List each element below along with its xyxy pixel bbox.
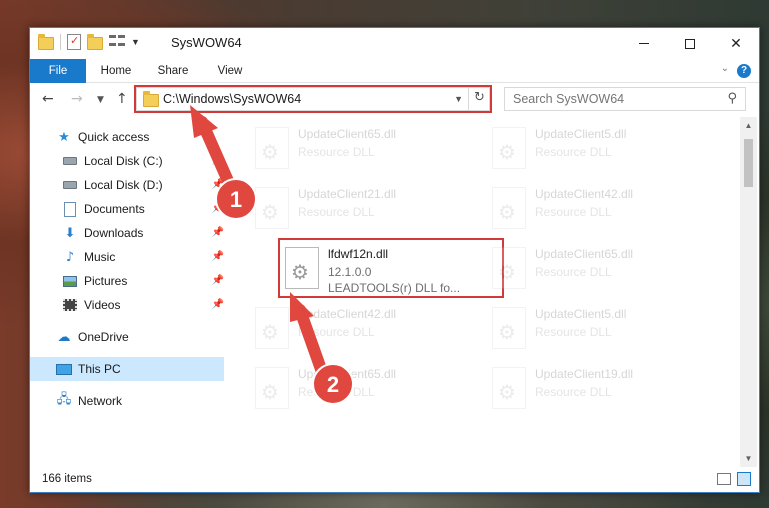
sidebar-item-this-pc[interactable]: This PC <box>30 357 224 381</box>
item-count: 166 items <box>42 473 92 485</box>
dll-file-icon <box>255 187 289 229</box>
sidebar-item-quick-access[interactable]: ★ Quick access <box>30 125 228 149</box>
dll-file-icon <box>255 127 289 169</box>
window-title: SysWOW64 <box>171 35 242 50</box>
music-icon: ♪ <box>65 249 75 265</box>
maximize-icon <box>685 38 695 49</box>
documents-icon <box>62 201 78 217</box>
pin-icon[interactable]: 📌 <box>212 275 224 286</box>
toolbar-separator <box>60 34 61 50</box>
file-highlight-box <box>278 238 504 298</box>
pin-icon[interactable]: 📌 <box>212 299 224 310</box>
minimize-icon <box>639 43 649 44</box>
dll-file-icon <box>492 307 526 349</box>
dll-file-icon <box>255 367 289 409</box>
pictures-icon <box>62 273 78 289</box>
file-tile[interactable]: UpdateClient42.dll Resource DLL <box>486 179 711 237</box>
pin-icon[interactable]: 📌 <box>212 155 224 166</box>
file-tile[interactable]: UpdateClient5.dll Resource DLL <box>486 299 711 357</box>
customize-view-icon[interactable] <box>109 35 125 49</box>
navigation-pane: ★ Quick access Local Disk (C:) 📌 Local D… <box>30 117 228 467</box>
sidebar-item-network[interactable]: 🖧 Network <box>30 389 228 413</box>
dll-file-icon <box>255 307 289 349</box>
dll-file-icon <box>492 367 526 409</box>
quick-access-toolbar: ▼ <box>38 33 140 50</box>
file-tile[interactable]: UpdateClient5.dll Resource DLL <box>486 119 711 177</box>
scroll-down-icon[interactable]: ▼ <box>740 450 757 467</box>
search-icon[interactable]: ⚲ <box>727 91 737 106</box>
expand-ribbon-icon[interactable]: ⌄ <box>721 63 729 74</box>
sidebar-item-documents[interactable]: Documents 📌 <box>30 197 228 221</box>
title-bar: ▼ SysWOW64 ✕ <box>30 28 759 59</box>
sidebar-item-music[interactable]: ♪ Music 📌 <box>30 245 228 269</box>
dll-file-icon <box>492 247 526 289</box>
file-list: UpdateClient65.dll Resource DLL UpdateCl… <box>249 117 740 467</box>
videos-icon <box>62 297 78 313</box>
tab-share[interactable]: Share <box>155 59 191 83</box>
scroll-thumb[interactable] <box>744 139 753 187</box>
address-highlight-box <box>134 85 492 113</box>
close-icon: ✕ <box>730 35 742 52</box>
tab-home[interactable]: Home <box>98 59 134 83</box>
drive-icon <box>62 153 78 169</box>
pin-icon[interactable]: 📌 <box>212 179 224 190</box>
properties-icon[interactable] <box>67 34 81 50</box>
large-icons-view-icon[interactable] <box>737 472 751 486</box>
back-button[interactable]: ← <box>42 91 54 107</box>
ribbon: File Home Share View ⌄ ? <box>30 59 759 83</box>
pin-icon[interactable]: 📌 <box>212 203 224 214</box>
network-icon: 🖧 <box>56 392 72 407</box>
window-controls: ✕ <box>621 28 759 59</box>
file-tile[interactable]: UpdateClient65.dll Resource DLL <box>486 239 711 297</box>
status-bar: 166 items <box>30 467 759 492</box>
tab-view[interactable]: View <box>215 59 245 83</box>
file-tile[interactable]: UpdateClient42.dll Resource DLL <box>249 299 474 357</box>
up-button[interactable]: ↑ <box>116 91 128 107</box>
minimize-button[interactable] <box>621 28 667 59</box>
sidebar-item-videos[interactable]: Videos 📌 <box>30 293 228 317</box>
forward-button[interactable]: → <box>71 91 83 107</box>
dll-file-icon <box>492 187 526 229</box>
qat-dropdown-icon[interactable]: ▼ <box>131 37 140 47</box>
pin-icon[interactable]: 📌 <box>212 251 224 262</box>
file-tile[interactable]: UpdateClient21.dll Resource DLL <box>249 179 474 237</box>
sidebar-item-downloads[interactable]: ⬇ Downloads 📌 <box>30 221 228 245</box>
new-folder-icon[interactable] <box>87 33 103 50</box>
help-icon[interactable]: ? <box>737 64 751 78</box>
close-button[interactable]: ✕ <box>713 28 759 59</box>
search-input[interactable] <box>513 89 713 109</box>
file-explorer-window: ▼ SysWOW64 ✕ File Home Share View ⌄ ? ← … <box>29 27 760 493</box>
file-tile[interactable]: UpdateClient65.dll Resource DLL <box>249 119 474 177</box>
tab-file[interactable]: File <box>30 59 86 83</box>
computer-icon <box>56 361 72 377</box>
vertical-scrollbar[interactable]: ▲ ▼ <box>740 117 757 467</box>
search-box[interactable]: ⚲ <box>504 87 746 111</box>
star-icon: ★ <box>58 129 70 145</box>
download-icon: ⬇ <box>64 225 76 241</box>
pin-icon[interactable]: 📌 <box>212 227 224 238</box>
scroll-up-icon[interactable]: ▲ <box>740 117 757 134</box>
maximize-button[interactable] <box>667 28 713 59</box>
file-tile[interactable]: UpdateClient65.dll Resource DLL <box>249 359 474 417</box>
details-view-icon[interactable] <box>717 473 731 485</box>
dll-file-icon <box>492 127 526 169</box>
sidebar-item-local-disk-d[interactable]: Local Disk (D:) 📌 <box>30 173 228 197</box>
recent-locations-button[interactable]: ▼ <box>97 95 104 105</box>
folder-icon <box>38 33 54 50</box>
address-row: ← → ▼ ↑ C:\Windows\SysWOW64 ▼ ↻ ⚲ <box>30 83 759 117</box>
sidebar-item-onedrive[interactable]: ☁ OneDrive <box>30 325 228 349</box>
cloud-icon: ☁ <box>57 329 71 345</box>
drive-icon <box>62 177 78 193</box>
file-tile[interactable]: UpdateClient19.dll Resource DLL <box>486 359 711 417</box>
sidebar-item-pictures[interactable]: Pictures 📌 <box>30 269 228 293</box>
sidebar-item-local-disk-c[interactable]: Local Disk (C:) 📌 <box>30 149 228 173</box>
